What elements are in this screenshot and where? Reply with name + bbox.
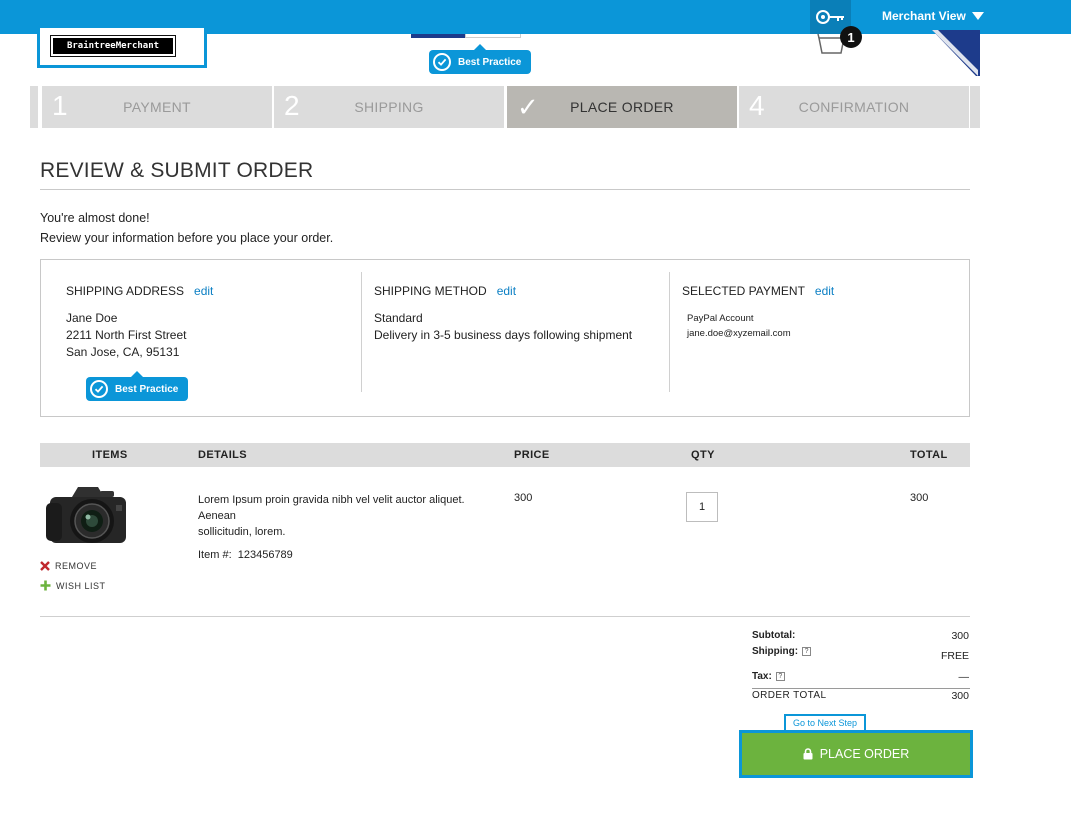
help-icon[interactable]: ? (775, 672, 785, 681)
shipping-value: FREE (940, 650, 969, 662)
cart-count: 1 (847, 30, 854, 45)
item-description-line-1: Lorem Ipsum proin gravida nibh vel velit… (198, 494, 465, 522)
shipping-label: Shipping: ? (752, 646, 812, 657)
intro-line-2: Review your information before you place… (40, 231, 334, 245)
step-label: PAYMENT (123, 99, 191, 115)
header-banner (411, 34, 521, 38)
item-total: 300 (910, 492, 929, 504)
column-details: DETAILS (198, 449, 248, 461)
step-label: SHIPPING (354, 99, 424, 115)
payment-email: jane.doe@xyzemail.com (687, 328, 791, 339)
selected-payment-section: SELECTED PAYMENT edit PayPal Account jane… (670, 260, 970, 416)
quantity-input[interactable] (686, 492, 718, 522)
page-title: REVIEW & SUBMIT ORDER (40, 159, 314, 182)
product-image-camera[interactable] (42, 483, 132, 549)
payment-type: PayPal Account (687, 313, 754, 324)
remove-label: REMOVE (55, 561, 98, 571)
place-order-button[interactable]: PLACE ORDER (739, 730, 973, 778)
best-practice-badge-header[interactable]: Best Practice (429, 44, 532, 74)
intro-line-1: You're almost done! (40, 211, 150, 225)
merchant-view-toggle[interactable]: Merchant View (882, 9, 984, 23)
step-label: CONFIRMATION (798, 99, 910, 115)
order-total-value: 300 (951, 690, 969, 702)
best-practice-badge-address[interactable]: Best Practice (86, 371, 189, 401)
shipping-method-heading: SHIPPING METHOD (374, 284, 487, 298)
remove-x-icon (40, 561, 50, 571)
shipping-method-section: SHIPPING METHOD edit Standard Delivery in… (362, 260, 669, 416)
tax-label: Tax: ? (752, 671, 785, 682)
column-total: TOTAL (910, 449, 948, 461)
intro-text: You're almost done! Review your informat… (40, 208, 333, 248)
selected-payment-heading: SELECTED PAYMENT (682, 284, 805, 298)
wishlist-label: WISH LIST (56, 580, 106, 591)
order-total-label: ORDER TOTAL (752, 690, 827, 701)
step-place-order[interactable]: ✓ PLACE ORDER (507, 86, 737, 128)
store-logo[interactable]: BraintreeMerchant (37, 28, 207, 68)
row-divider (40, 616, 970, 617)
shipping-method-detail: Delivery in 3-5 business days following … (374, 328, 633, 342)
help-icon[interactable]: ? (802, 647, 812, 656)
step-confirmation[interactable]: 4 CONFIRMATION (739, 86, 969, 128)
checkmark-circle-icon (90, 380, 108, 398)
tax-value: — (958, 671, 970, 683)
cart-icon: 1 (817, 26, 862, 54)
merchant-view-label: Merchant View (882, 9, 966, 23)
subtotal-value: 300 (951, 630, 969, 642)
checkmark-circle-icon (433, 53, 451, 71)
shipping-address-heading: SHIPPING ADDRESS (66, 284, 185, 298)
step-shipping[interactable]: 2 SHIPPING (274, 86, 504, 128)
address-street: 2211 North First Street (66, 328, 187, 342)
edit-shipping-address-link[interactable]: edit (194, 284, 213, 298)
item-description: Lorem Ipsum proin gravida nibh vel velit… (198, 492, 478, 540)
corner-ribbon (932, 30, 980, 76)
plus-icon (40, 580, 51, 591)
lock-icon (803, 748, 813, 760)
add-to-wishlist-button[interactable]: WISH LIST (40, 580, 106, 591)
place-order-label: PLACE ORDER (819, 747, 910, 761)
title-divider (40, 189, 970, 190)
step-payment[interactable]: 1 PAYMENT (42, 86, 272, 128)
logo-text: BraintreeMerchant (53, 38, 173, 54)
item-price: 300 (514, 492, 533, 504)
shipping-method-name: Standard (374, 311, 423, 325)
summary-divider (752, 688, 970, 689)
best-practice-label: Best Practice (115, 383, 179, 395)
item-description-line-2: sollicitudin, lorem. (198, 526, 286, 538)
cart-table-header: ITEMS DETAILS PRICE QTY TOTAL (40, 443, 970, 467)
cart-button[interactable]: 1 (816, 26, 866, 56)
caret-down-icon (971, 12, 984, 20)
address-city: San Jose, CA, 95131 (66, 345, 180, 359)
step-label: PLACE ORDER (570, 99, 674, 115)
checkout-steps: 1 PAYMENT 2 SHIPPING ✓ PLACE ORDER 4 CON… (30, 86, 980, 128)
column-qty: QTY (691, 449, 715, 461)
column-items: ITEMS (92, 449, 128, 461)
item-number: Item #: 123456789 (198, 549, 293, 561)
subtotal-label: Subtotal: (752, 630, 796, 641)
column-price: PRICE (514, 449, 550, 461)
address-name: Jane Doe (66, 311, 118, 325)
key-icon (815, 10, 844, 24)
remove-item-button[interactable]: REMOVE (40, 561, 97, 571)
edit-shipping-method-link[interactable]: edit (497, 284, 516, 298)
best-practice-label: Best Practice (458, 56, 522, 68)
edit-payment-link[interactable]: edit (815, 284, 834, 298)
